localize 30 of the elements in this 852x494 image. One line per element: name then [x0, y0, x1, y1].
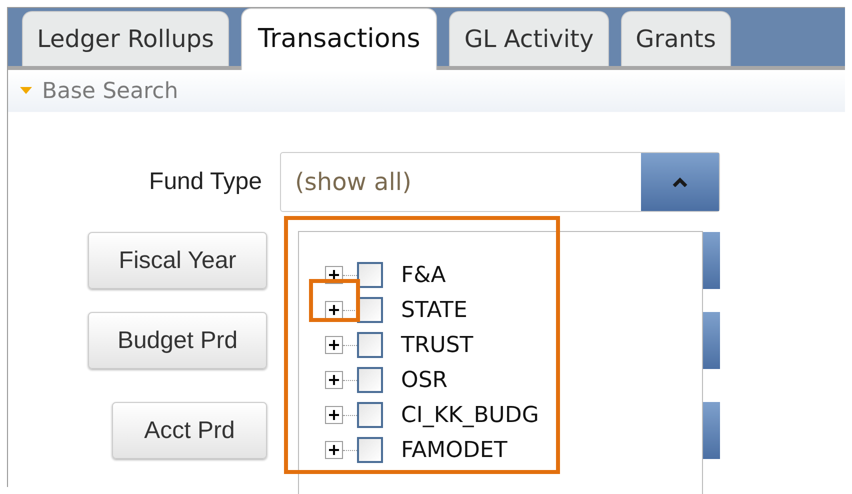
tab[interactable]: GL Activity	[449, 11, 609, 66]
checkbox[interactable]	[357, 332, 383, 358]
checkbox[interactable]	[357, 367, 383, 393]
fund-type-select[interactable]: (show all)	[280, 152, 720, 212]
expand-icon[interactable]	[325, 336, 343, 354]
checkbox[interactable]	[357, 262, 383, 288]
expand-icon[interactable]	[325, 301, 343, 319]
field-button[interactable]: Budget Prd	[88, 312, 267, 369]
option-label[interactable]: OSR	[401, 364, 448, 396]
expand-icon[interactable]	[325, 406, 343, 424]
checkbox[interactable]	[357, 437, 383, 463]
select-value: (show all)	[294, 167, 412, 198]
tab[interactable]: Transactions	[241, 8, 438, 70]
option-label[interactable]: TRUST	[401, 328, 474, 362]
caret-up-icon	[672, 177, 688, 187]
field-label: Fund Type	[148, 167, 263, 197]
option-label[interactable]: F&A	[401, 258, 446, 292]
expand-icon[interactable]	[325, 441, 343, 459]
option-label[interactable]: STATE	[401, 294, 468, 326]
tab[interactable]: Ledger Rollups	[22, 11, 230, 66]
tab[interactable]: Grants	[620, 11, 731, 66]
option-label[interactable]: CI_KK_BUDG	[401, 398, 539, 432]
expand-icon[interactable]	[325, 371, 343, 389]
section-title: Base Search	[42, 78, 178, 106]
caret-down-icon	[20, 87, 32, 95]
dropdown-toggle[interactable]	[641, 153, 719, 211]
field-button[interactable]: Acct Prd	[112, 402, 267, 459]
option-label[interactable]: FAMODET	[401, 434, 508, 466]
checkbox[interactable]	[357, 402, 383, 428]
field-button[interactable]: Fiscal Year	[88, 232, 267, 289]
